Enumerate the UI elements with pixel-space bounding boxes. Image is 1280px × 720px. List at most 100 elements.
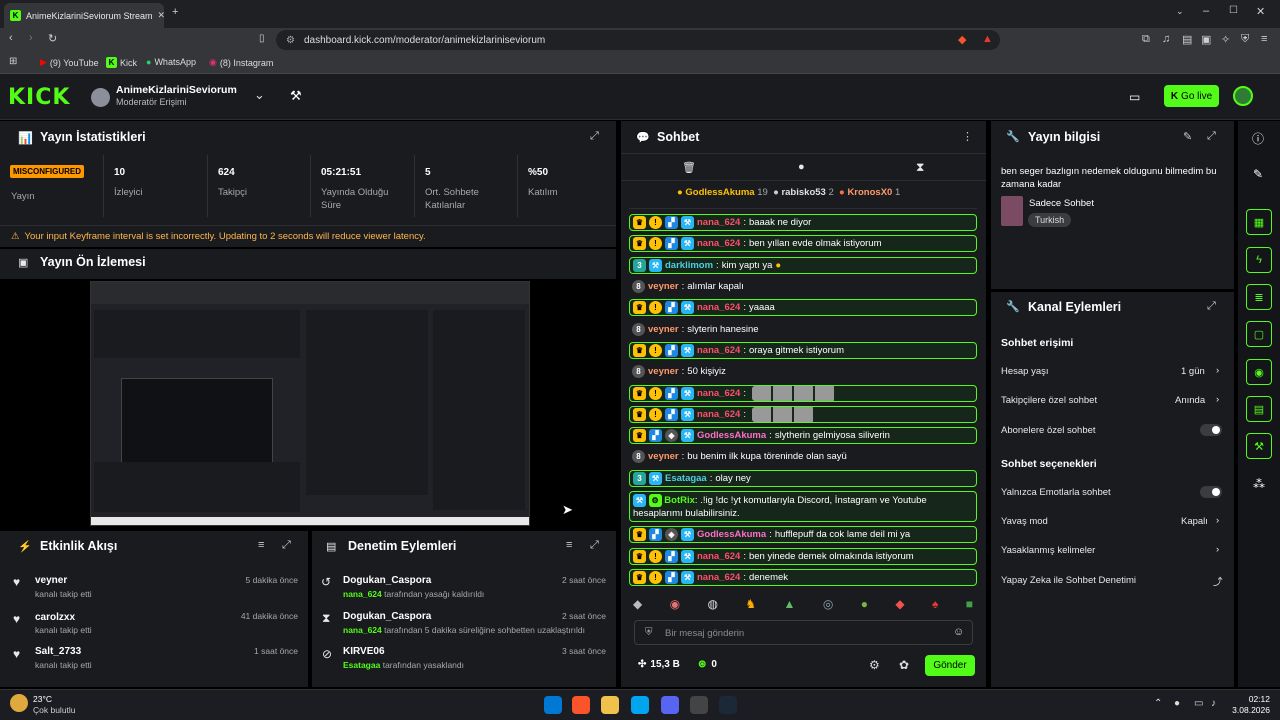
expand-icon[interactable]: ⤢: [282, 539, 291, 552]
chevron-right-icon[interactable]: ›: [1216, 544, 1219, 555]
url-bar[interactable]: ⚙ dashboard.kick.com/moderator/animekizl…: [276, 30, 1000, 50]
chat-bubble-icon[interactable]: ●: [798, 161, 805, 173]
chat-message[interactable]: ⚒ ⚙ BotRix: .!ig !dc !yt komutlarıyla Di…: [629, 491, 977, 522]
media-icon[interactable]: ♫: [1162, 33, 1170, 45]
chat-message[interactable]: 8 veyner: bu benim ilk kupa töreninde olan…: [629, 448, 977, 465]
chevron-right-icon[interactable]: ›: [1216, 515, 1219, 526]
emote-icon[interactable]: ▲: [784, 597, 796, 614]
app-icon[interactable]: [631, 696, 649, 714]
emote-icon[interactable]: ◍: [708, 597, 718, 614]
kick-logo[interactable]: KICK: [8, 85, 70, 110]
chevron-right-icon[interactable]: ›: [1216, 365, 1219, 376]
chat-username[interactable]: Esatagaa: [665, 473, 707, 484]
chat-message[interactable]: 3 ⚒ darklimom: kim yaptı ya ●: [629, 257, 977, 274]
close-tab-icon[interactable]: ✕: [158, 10, 164, 21]
account-age-value[interactable]: 1 gün: [1181, 366, 1205, 377]
emote-icon[interactable]: ◆: [633, 597, 642, 614]
forward-icon[interactable]: ›: [29, 32, 33, 44]
moderation-actor[interactable]: nana_624: [343, 625, 382, 635]
chat-message[interactable]: ♛! ▞ ⚒ nana_624: baaak ne diyor: [629, 214, 977, 231]
leo-icon[interactable]: ✧: [1221, 33, 1230, 46]
bookmark-kick[interactable]: K Kick: [106, 57, 137, 68]
rewards-icon[interactable]: ▲: [982, 33, 993, 45]
chat-username[interactable]: veyner: [648, 366, 679, 377]
chat-username[interactable]: nana_624: [697, 409, 740, 420]
broadcast-icon[interactable]: ◉: [1246, 359, 1272, 385]
wallet-icon[interactable]: ▣: [1201, 33, 1211, 46]
bookmark-instagram[interactable]: ◉ (8) Instagram: [209, 57, 273, 68]
emote-icon[interactable]: ◆: [895, 597, 904, 614]
chat-message[interactable]: ♛! ▞ ⚒ nana_624: ben yıllan evde olmak istiy…: [629, 235, 977, 252]
chat-username[interactable]: veyner: [648, 281, 679, 292]
tray-chevron-icon[interactable]: ⌃: [1154, 698, 1162, 709]
chat-username[interactable]: nana_624: [697, 302, 740, 313]
chat-username[interactable]: darklimom: [665, 260, 713, 271]
site-info-icon[interactable]: ⚙: [286, 35, 295, 46]
steam-icon[interactable]: [719, 696, 737, 714]
chat-username[interactable]: GodlessAkuma: [697, 430, 766, 441]
moderation-target[interactable]: Dogukan_Caspora: [343, 611, 431, 622]
chat-message[interactable]: ♛ ▞ ◈ ⚒ GodlessAkuma: hufflepuff da cok lame …: [629, 526, 977, 543]
extensions-icon[interactable]: ⧉: [1142, 33, 1150, 46]
chat-message[interactable]: ♛! ▞ ⚒ nana_624: yaaaa: [629, 299, 977, 316]
lightning-icon[interactable]: ϟ: [1246, 247, 1272, 273]
chat-message[interactable]: ♛! ▞ ⚒ nana_624: denemek: [629, 569, 977, 586]
start-icon[interactable]: [544, 696, 562, 714]
file-explorer-icon[interactable]: [601, 696, 619, 714]
activity-user[interactable]: Salt_2733: [35, 646, 81, 657]
emote-icon[interactable]: ●: [861, 597, 868, 614]
chevron-down-icon[interactable]: ⌄: [254, 87, 265, 103]
activity-user[interactable]: veyner: [35, 575, 67, 586]
brave-shield-icon[interactable]: ◆: [958, 33, 966, 46]
network-icon[interactable]: ▭: [1194, 698, 1203, 709]
close-window-icon[interactable]: ✕: [1256, 5, 1265, 18]
chat-username[interactable]: nana_624: [697, 551, 740, 562]
chat-username[interactable]: nana_624: [697, 572, 740, 583]
chat-message[interactable]: ♛! ▞ ⚒ nana_624:: [629, 385, 977, 402]
language-tag[interactable]: Turkish: [1028, 213, 1072, 227]
channel-name[interactable]: AnimeKizlariniSeviorum: [116, 84, 237, 96]
kicks-display[interactable]: ⊛ 0: [698, 659, 717, 670]
chat-username[interactable]: GodlessAkuma: [697, 529, 766, 540]
chat-message[interactable]: 8 veyner: slyterin hanesine: [629, 321, 977, 338]
gifter-name[interactable]: rabisko53: [781, 187, 825, 198]
gifter-name[interactable]: KronosX0: [847, 187, 892, 198]
filter-icon[interactable]: ≡: [566, 539, 572, 551]
banned-words-label[interactable]: Yasaklanmış kelimeler: [1001, 545, 1095, 556]
chat-message[interactable]: 8 veyner:50 kişiyiz: [629, 363, 977, 380]
emote-icon[interactable]: ◎: [823, 597, 833, 614]
chevron-right-icon[interactable]: ›: [1216, 394, 1219, 405]
bookmark-icon[interactable]: ▯: [259, 33, 265, 44]
list-icon[interactable]: ≣: [1246, 284, 1272, 310]
maximize-icon[interactable]: ☐: [1229, 5, 1238, 16]
hourglass-icon[interactable]: ⧗: [916, 160, 924, 175]
user-avatar[interactable]: [1233, 86, 1253, 106]
moderation-actor[interactable]: nana_624: [343, 589, 382, 599]
layers-icon[interactable]: ▤: [1246, 396, 1272, 422]
chat-username[interactable]: nana_624: [697, 217, 740, 228]
bookmark-whatsapp[interactable]: ● WhatsApp: [146, 57, 196, 67]
gifter-name[interactable]: GodlessAkuma: [685, 187, 754, 198]
weather-icon[interactable]: [10, 694, 28, 712]
chat-message[interactable]: ♛! ▞ ⚒ nana_624: oraya gitmek istiyorum: [629, 342, 977, 359]
back-icon[interactable]: ‹: [9, 32, 13, 44]
send-button[interactable]: Gönder: [925, 655, 975, 676]
expand-icon[interactable]: ⤢: [590, 539, 599, 552]
activity-user[interactable]: carolzxx: [35, 612, 75, 623]
bookmark-youtube[interactable]: ▶ (9) YouTube: [40, 57, 99, 68]
vpn-icon[interactable]: ⛨: [1241, 33, 1249, 46]
moderation-actor[interactable]: Esatagaa: [343, 660, 380, 670]
points-display[interactable]: ✣ 15,3 B: [638, 659, 680, 670]
chat-username[interactable]: veyner: [648, 451, 679, 462]
qr-icon[interactable]: ▦: [1246, 209, 1272, 235]
go-live-button[interactable]: K Go live: [1164, 85, 1219, 107]
minimize-icon[interactable]: –: [1203, 5, 1209, 17]
hammer-icon[interactable]: ⚒: [290, 88, 302, 104]
stream-preview-video[interactable]: [90, 281, 530, 526]
settings-icon[interactable]: ⚙: [869, 658, 880, 672]
browser-tab[interactable]: K AnimeKizlariniSeviorum Stream ✕: [4, 3, 164, 28]
filter-icon[interactable]: ≡: [258, 539, 264, 551]
reload-icon[interactable]: ↻: [48, 32, 57, 45]
edit-icon[interactable]: ✎: [1253, 167, 1263, 181]
category-name[interactable]: Sadece Sohbet: [1029, 198, 1094, 209]
